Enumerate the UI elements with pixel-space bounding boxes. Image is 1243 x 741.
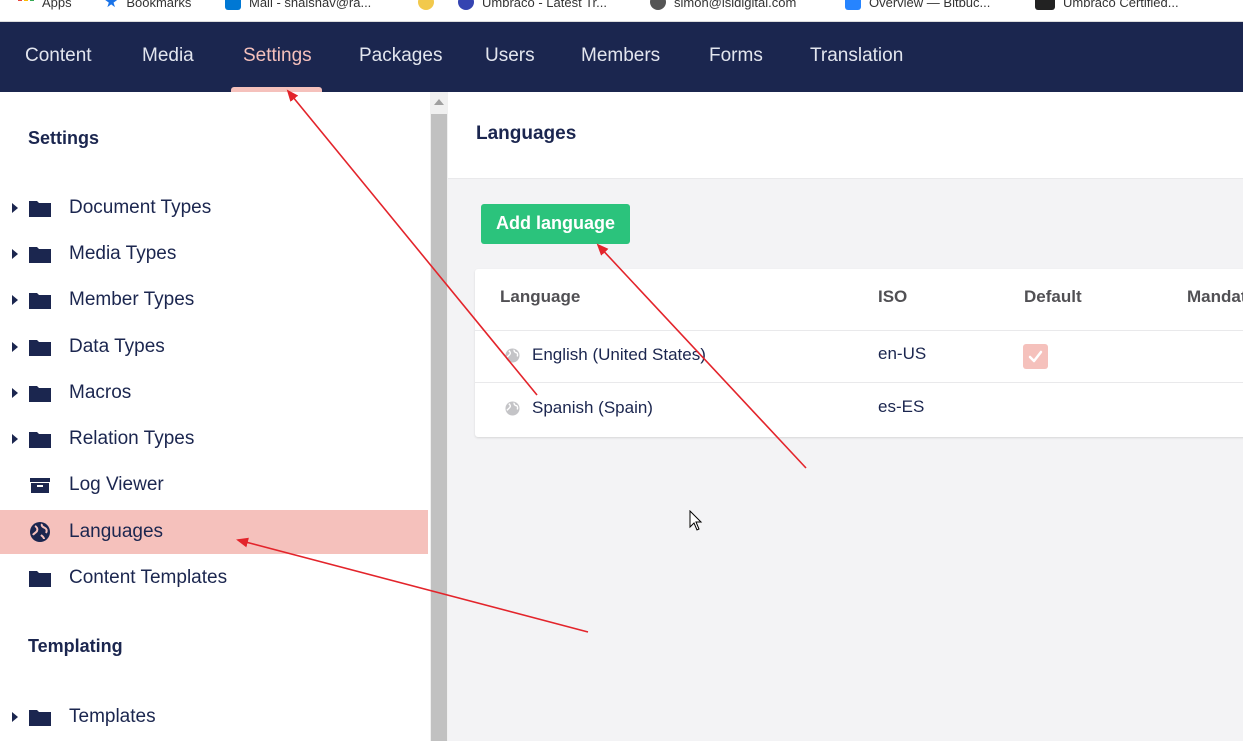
page-title: Languages [476,123,577,144]
folder-icon [29,247,51,263]
folder-icon [29,710,51,726]
folder-icon [29,386,51,402]
browser-bookmarks-bar: Apps ★ Bookmarks Mail - shalshav@ra... U… [0,0,1243,22]
caret-right-icon[interactable] [12,712,18,722]
nav-packages[interactable]: Packages [359,22,442,92]
scroll-up-arrow-icon[interactable] [434,99,444,105]
folder-icon [29,571,51,587]
bookmark-favicon [418,0,434,10]
caret-right-icon[interactable] [12,388,18,398]
column-header-default[interactable]: Default [1024,287,1082,307]
sidebar-item-relation-types[interactable]: Relation Types [0,417,428,461]
column-header-mandatory[interactable]: Mandat [1187,287,1243,307]
sidebar-item-label: Content Templates [69,567,228,588]
sidebar-item-templates[interactable]: Templates [0,695,428,739]
caret-right-icon[interactable] [12,203,18,213]
check-icon [1028,350,1043,363]
sidebar-item-label: Document Types [69,197,212,218]
sidebar-item-label: Data Types [69,336,165,357]
bookmark-unnamed[interactable] [418,0,434,12]
bookmark-umbraco-latest[interactable]: Umbraco - Latest Tr... [458,0,607,12]
sidebar-item-label: Templates [69,706,156,727]
bookmark-mail[interactable]: Mail - shalshav@ra... [225,0,371,12]
column-header-iso[interactable]: ISO [878,287,907,307]
language-name[interactable]: Spanish (Spain) [532,398,653,418]
star-icon: ★ [104,0,119,11]
sidebar-item-member-types[interactable]: Member Types [0,278,428,322]
folder-icon [29,293,51,309]
bookmark-bitbucket[interactable]: Overview — Bitbuc... [845,0,990,12]
nav-forms[interactable]: Forms [709,22,763,92]
sidebar-item-label: Member Types [69,289,195,310]
nav-settings[interactable]: Settings [243,22,312,92]
language-name[interactable]: English (United States) [532,345,706,365]
languages-table: Language ISO Default Mandat English (Uni… [475,269,1243,437]
column-header-language[interactable]: Language [500,287,580,307]
folder-icon [29,340,51,356]
folder-icon [29,432,51,448]
caret-right-icon[interactable] [12,295,18,305]
main-panel: Languages Add language Language ISO Defa… [448,92,1243,741]
bitbucket-logo-icon [845,0,861,10]
default-checkbox[interactable] [1023,344,1048,369]
caret-right-icon[interactable] [12,249,18,259]
nav-content[interactable]: Content [25,22,92,92]
nav-translation[interactable]: Translation [810,22,903,92]
sidebar-item-label: Log Viewer [69,474,164,495]
sidebar-item-label: Relation Types [69,428,195,449]
sidebar-item-data-types[interactable]: Data Types [0,325,428,369]
sidebar-section-templating: Templating [28,636,123,656]
globe-icon [505,401,520,416]
umbraco-logo-icon [458,0,474,10]
sidebar-item-label: Languages [69,521,164,542]
sidebar-item-content-templates[interactable]: Content Templates [0,556,428,600]
sidebar-item-media-types[interactable]: Media Types [0,232,428,276]
table-row[interactable]: English (United States) en-US [475,331,1243,382]
language-iso: en-US [878,344,927,363]
nav-users[interactable]: Users [485,22,535,92]
sidebar-item-log-viewer[interactable]: Log Viewer [0,463,428,507]
bookmark-umbraco-certified[interactable]: Umbraco Certified... [1035,0,1179,12]
sidebar-scrollbar[interactable] [430,92,448,741]
caret-right-icon[interactable] [12,342,18,352]
globe-icon [505,348,520,363]
sidebar-item-label: Macros [69,382,132,403]
top-navigation: Content Media Settings Packages Users Me… [0,22,1243,92]
apps-grid-icon [18,0,34,7]
bookmark-bookmarks[interactable]: ★ Bookmarks [104,0,191,12]
archive-icon [30,478,50,493]
add-language-button[interactable]: Add language [481,204,630,244]
table-row[interactable]: Spanish (Spain) es-ES [475,383,1243,437]
sidebar-section-settings: Settings [28,128,100,148]
caret-right-icon[interactable] [12,434,18,444]
sidebar-item-document-types[interactable]: Document Types [0,186,428,230]
bookmark-apps[interactable]: Apps [18,0,72,12]
mouse-cursor-icon [689,510,703,531]
bookmark-simon[interactable]: simon@isidigital.com [650,0,796,12]
sidebar-item-label: Media Types [69,243,177,264]
folder-icon [29,201,51,217]
sidebar-item-macros[interactable]: Macros [0,371,428,415]
settings-sidebar: Settings Document Types Media Types Memb… [0,92,430,741]
nav-members[interactable]: Members [581,22,660,92]
scrollbar-thumb[interactable] [431,114,447,741]
certified-logo-icon [1035,0,1055,10]
globe-icon [30,522,50,542]
nav-media[interactable]: Media [142,22,194,92]
sidebar-item-languages[interactable]: Languages [0,510,428,554]
github-logo-icon [650,0,666,10]
language-iso: es-ES [878,397,925,416]
windows-logo-icon [225,0,241,10]
main-header: Languages [448,92,1243,179]
